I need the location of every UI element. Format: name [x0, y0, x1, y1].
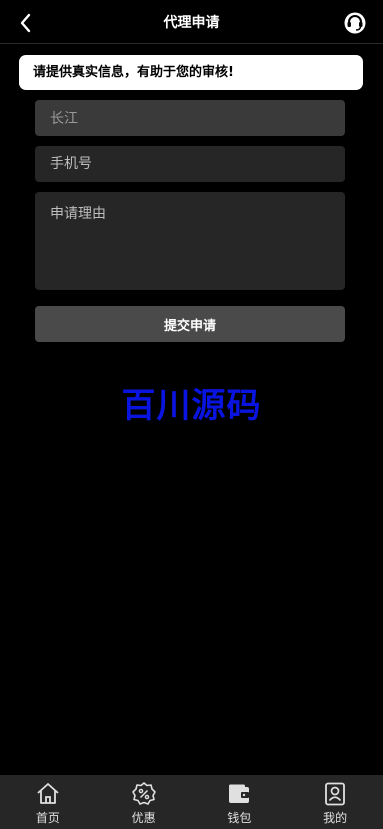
chevron-left-icon[interactable] — [14, 11, 38, 35]
discount-icon — [131, 781, 157, 807]
bottom-tab-bar: 首页 优惠 钱包 我的 — [0, 775, 383, 829]
tab-home[interactable]: 首页 — [0, 775, 96, 829]
tab-wallet[interactable]: 钱包 — [192, 775, 288, 829]
watermark-text: 百川源码 — [121, 386, 262, 426]
tab-profile[interactable]: 我的 — [287, 775, 383, 829]
profile-icon — [322, 781, 348, 807]
tab-label: 钱包 — [227, 811, 252, 825]
tab-discount[interactable]: 优惠 — [96, 775, 192, 829]
info-notice: 请提供真实信息，有助于您的审核! — [19, 55, 363, 90]
tab-label: 优惠 — [131, 811, 156, 825]
wallet-icon — [226, 781, 252, 807]
headset-icon[interactable] — [343, 11, 367, 35]
header-bar: 代理申请 — [0, 0, 383, 44]
tab-label: 我的 — [323, 811, 348, 825]
tab-label: 首页 — [35, 811, 60, 825]
home-icon — [35, 781, 61, 807]
submit-button[interactable]: 提交申请 — [35, 306, 345, 342]
phone-field[interactable] — [35, 146, 345, 182]
reason-field[interactable] — [35, 192, 345, 290]
name-field[interactable] — [35, 100, 345, 136]
page-title: 代理申请 — [163, 14, 220, 31]
